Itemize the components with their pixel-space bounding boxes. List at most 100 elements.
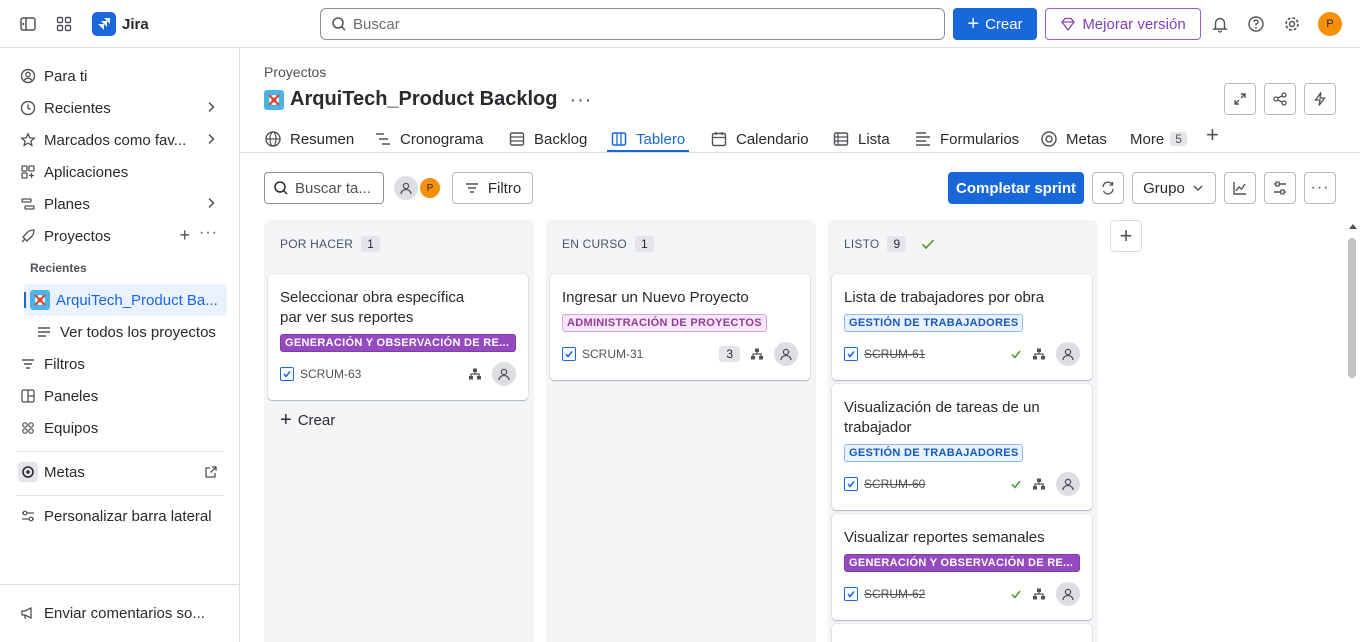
- jira-logo-icon: [92, 12, 116, 36]
- person-icon: [400, 182, 412, 195]
- add-tab-icon[interactable]: +: [1206, 124, 1219, 146]
- fullscreen-button[interactable]: [1224, 83, 1256, 115]
- unassigned-avatar[interactable]: [774, 342, 798, 366]
- issue-card[interactable]: Lista de trabajadores por obra GESTIÓN D…: [832, 274, 1092, 380]
- avatar-initial: P: [1326, 18, 1334, 30]
- scroll-up-arrow[interactable]: [1349, 224, 1357, 229]
- unassigned-avatar[interactable]: [1056, 582, 1080, 606]
- share-button[interactable]: [1264, 83, 1296, 115]
- complete-sprint-button[interactable]: Completar sprint: [948, 172, 1084, 204]
- add-column-button[interactable]: +: [1110, 220, 1142, 252]
- create-issue-button[interactable]: + Crear: [280, 410, 335, 430]
- app-switcher-icon[interactable]: [48, 8, 80, 40]
- jira-logo[interactable]: Jira: [92, 12, 149, 36]
- issue-card[interactable]: Seleccionar obra específica par ver sus …: [268, 274, 528, 400]
- sidebar-item-goals[interactable]: Metas: [8, 456, 232, 488]
- sidebar-item-projects[interactable]: Proyectos + ···: [8, 220, 232, 252]
- issue-key[interactable]: SCRUM-61: [864, 347, 925, 361]
- upgrade-button[interactable]: Mejorar versión: [1045, 8, 1201, 40]
- done-checkmark-icon: [922, 239, 935, 250]
- tab-calendar[interactable]: Calendario: [710, 126, 809, 152]
- tab-forms[interactable]: Formularios: [914, 126, 1019, 152]
- column-count: 1: [361, 236, 381, 252]
- sidebar-item-for-you[interactable]: Para ti: [8, 60, 232, 92]
- notifications-icon[interactable]: [1204, 8, 1236, 40]
- tab-timeline[interactable]: Cronograma: [374, 126, 483, 152]
- more-board-actions-button[interactable]: ···: [1304, 172, 1336, 204]
- issue-key[interactable]: SCRUM-31: [582, 347, 643, 361]
- scrollbar-track[interactable]: [1346, 220, 1358, 640]
- issue-card[interactable]: Visualización de tareas de un trabajador…: [832, 384, 1092, 510]
- more-options-icon[interactable]: ···: [199, 224, 218, 242]
- chevron-right-icon: [204, 132, 218, 146]
- tab-summary[interactable]: Resumen: [264, 126, 354, 152]
- backlog-icon: [508, 130, 526, 148]
- goal-target-icon: [18, 462, 38, 482]
- page-title: ArquiTech_Product Backlog: [290, 88, 558, 110]
- card-footer: SCRUM-60: [844, 472, 1080, 496]
- task-checkbox-icon: [562, 347, 576, 361]
- more-actions-icon[interactable]: ···: [569, 90, 592, 110]
- add-project-icon[interactable]: +: [179, 226, 190, 244]
- tab-goals[interactable]: Metas: [1040, 126, 1107, 152]
- user-avatar[interactable]: P: [1318, 12, 1342, 36]
- group-by-dropdown[interactable]: Grupo: [1132, 172, 1216, 204]
- settings-gear-icon[interactable]: [1276, 8, 1308, 40]
- issue-key[interactable]: SCRUM-63: [300, 367, 361, 381]
- issue-key[interactable]: SCRUM-60: [864, 477, 925, 491]
- assignee-avatar[interactable]: P: [418, 176, 442, 200]
- help-icon[interactable]: [1240, 8, 1272, 40]
- tab-more[interactable]: More 5: [1130, 126, 1187, 152]
- sidebar-item-recent[interactable]: Recientes: [8, 92, 232, 124]
- tab-backlog[interactable]: Backlog: [508, 126, 587, 152]
- customize-icon: [20, 508, 36, 524]
- breadcrumb[interactable]: Proyectos: [264, 64, 326, 80]
- sidebar-toggle-icon[interactable]: [12, 8, 44, 40]
- unassigned-avatar[interactable]: [492, 362, 516, 386]
- feedback-button[interactable]: Enviar comentarios so...: [8, 597, 232, 629]
- issue-key[interactable]: SCRUM-62: [864, 587, 925, 601]
- filter-button[interactable]: Filtro: [452, 172, 533, 204]
- unassigned-avatar[interactable]: [394, 176, 418, 200]
- issue-card[interactable]: Visualizar reportes semanales GENERACIÓN…: [832, 514, 1092, 620]
- issue-card[interactable]: [832, 624, 1092, 642]
- sidebar-item-teams[interactable]: Equipos: [8, 412, 232, 444]
- epic-label: GENERACIÓN Y OBSERVACIÓN DE RE...: [844, 554, 1080, 572]
- hierarchy-icon: [1033, 348, 1045, 360]
- sidebar-item-plans[interactable]: Planes: [8, 188, 232, 220]
- sidebar-item-filters[interactable]: Filtros: [8, 348, 232, 380]
- tab-list[interactable]: Lista: [832, 126, 890, 152]
- sidebar-item-view-all-projects[interactable]: Ver todos los proyectos: [24, 316, 227, 348]
- plus-icon: +: [280, 409, 292, 431]
- plans-icon: [20, 196, 36, 212]
- sidebar-item-current-project[interactable]: ArquiTech_Product Ba...: [24, 284, 227, 316]
- tab-board[interactable]: Tablero: [610, 126, 685, 152]
- search-input[interactable]: Buscar: [320, 8, 945, 40]
- sidebar-item-customize[interactable]: Personalizar barra lateral: [8, 500, 232, 532]
- view-settings-button[interactable]: [1264, 172, 1296, 204]
- lightning-icon: [1314, 92, 1326, 106]
- plus-icon: +: [1119, 223, 1133, 248]
- goal-target-icon: [1040, 130, 1058, 148]
- tabs-divider: [240, 152, 1360, 153]
- scrollbar-thumb[interactable]: [1348, 238, 1356, 378]
- people-icon: [20, 420, 36, 436]
- sidebar-item-dashboards[interactable]: Paneles: [8, 380, 232, 412]
- unassigned-avatar[interactable]: [1056, 472, 1080, 496]
- issue-card[interactable]: Ingresar un Nuevo Proyecto ADMINISTRACIÓ…: [550, 274, 810, 380]
- chevron-right-icon: [204, 196, 218, 210]
- issue-title: Visualizar reportes semanales: [844, 529, 1045, 546]
- create-button[interactable]: + Crear: [953, 8, 1037, 40]
- sprint-refresh-button[interactable]: [1092, 172, 1124, 204]
- column-title: LISTO: [844, 237, 880, 251]
- globe-icon: [264, 130, 282, 148]
- sidebar-item-starred[interactable]: Marcados como fav...: [8, 124, 232, 156]
- hierarchy-icon: [751, 348, 763, 360]
- insights-button[interactable]: [1224, 172, 1256, 204]
- automation-button[interactable]: [1304, 83, 1336, 115]
- sidebar-item-apps[interactable]: Aplicaciones: [8, 156, 232, 188]
- sliders-icon: [1274, 181, 1286, 195]
- unassigned-avatar[interactable]: [1056, 342, 1080, 366]
- board-search-input[interactable]: Buscar ta...: [264, 172, 384, 204]
- done-checkmark-icon: [1011, 350, 1021, 359]
